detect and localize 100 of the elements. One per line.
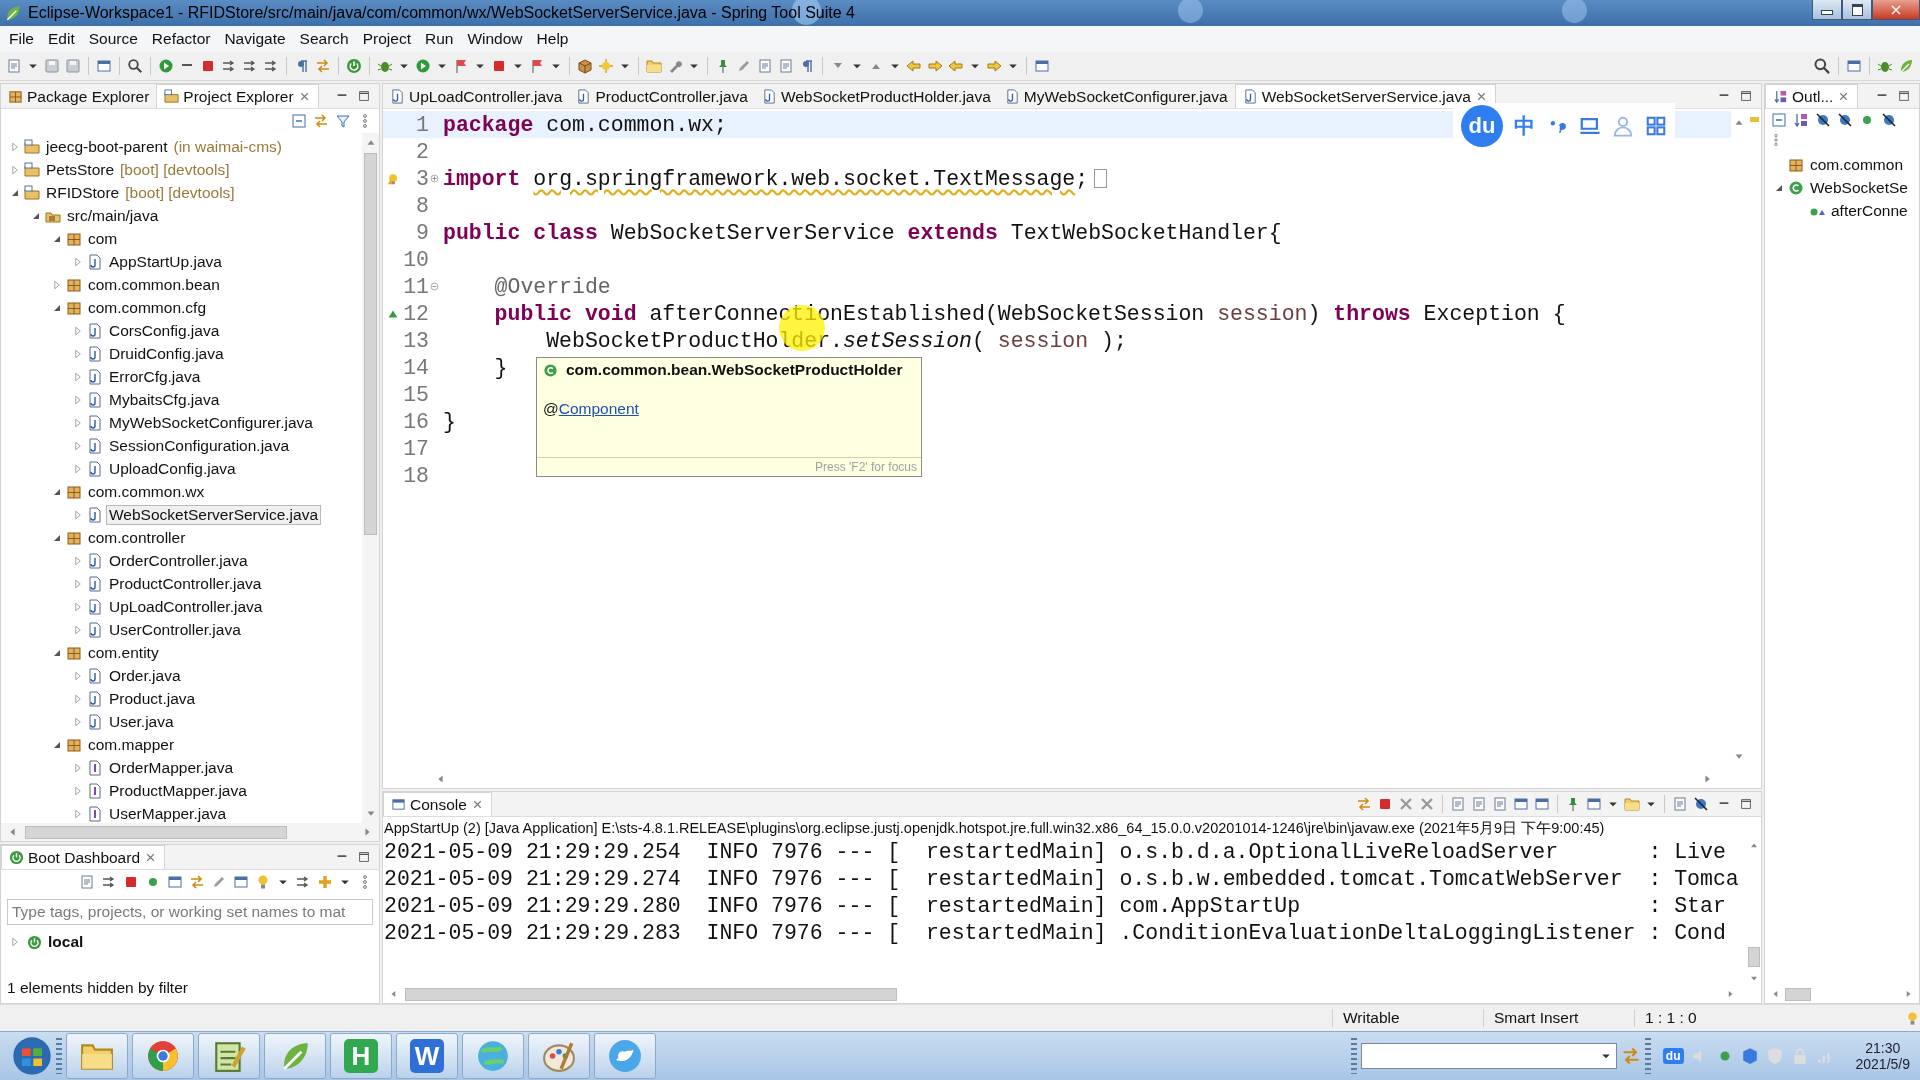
expand-fold-icon[interactable] [428,173,440,184]
menu-item[interactable]: Navigate [217,28,293,50]
terminate-icon[interactable] [200,58,216,74]
stop-icon[interactable] [491,58,507,74]
menu-item[interactable]: Window [460,28,530,50]
tree-item[interactable]: com.entity [85,642,162,663]
clear-console-icon[interactable] [1450,796,1466,812]
keyboard-icon[interactable] [1579,115,1601,137]
menu-item[interactable]: File [2,28,41,50]
scrollbar-thumb[interactable] [25,825,287,839]
maximize-icon[interactable] [357,89,371,103]
taskbar-button[interactable]: W [396,1033,458,1079]
expand-arrow-icon[interactable] [72,554,84,567]
tab-label[interactable]: Package Explorer [27,87,150,106]
save-icon[interactable] [44,58,60,74]
clock[interactable]: 21:30 2021/5/9 [1845,1040,1920,1072]
tree-item[interactable]: ErrorCfg.java [106,366,204,387]
search-field[interactable]: Type tags, projects, or working set names to mat [7,899,373,925]
tree-item[interactable]: Order.java [106,665,184,686]
tree-item[interactable]: ProductController.java [106,573,265,594]
menu-item[interactable]: Search [292,28,356,50]
menu-item[interactable]: Refactor [144,28,218,50]
pencil-icon[interactable] [211,874,227,890]
expand-arrow-icon[interactable] [72,508,84,521]
expand-arrow-icon[interactable] [51,278,63,291]
taskbar-button[interactable] [594,1033,656,1079]
tab-label[interactable]: WebSocketProductHolder.java [780,87,991,106]
sun-icon[interactable] [598,58,614,74]
tab-label[interactable]: Console [410,795,467,814]
tree-item[interactable]: OrderController.java [106,550,251,571]
tab[interactable]: Outl... [1765,84,1859,108]
menu-item[interactable]: Project [355,28,418,50]
forward-icon[interactable] [986,58,1002,74]
run-icon[interactable] [415,58,431,74]
tab[interactable]: Boot Dashboard [1,845,166,869]
flag-icon[interactable] [529,58,545,74]
tree-item[interactable]: CorsConfig.java [106,320,223,341]
folded-code-marker[interactable] [1094,169,1108,188]
user-icon[interactable] [1612,115,1634,137]
start-button[interactable] [12,1036,52,1076]
filter-icon[interactable] [335,113,351,129]
flag-icon[interactable] [453,58,469,74]
taskbar-button[interactable] [132,1033,194,1079]
expand-arrow-icon[interactable] [72,669,84,682]
window-icon[interactable] [233,874,249,890]
tree-item[interactable]: com.common.bean [85,274,223,295]
tree-item[interactable]: MybaitsCfg.java [106,389,223,410]
tab-label[interactable]: ProductController.java [595,87,748,106]
tree-item[interactable]: ProductMapper.java [106,780,250,801]
resume-icon[interactable] [158,58,174,74]
tree-item[interactable]: AppStartUp.java [106,251,225,272]
input-mode-toggle[interactable]: 中 [1514,112,1535,140]
expand-arrow-icon[interactable] [72,807,84,820]
expand-arrow-icon[interactable] [72,692,84,705]
plus-icon[interactable] [317,874,333,890]
document-icon[interactable] [757,58,773,74]
new-icon[interactable] [79,874,95,890]
display-console-icon[interactable] [1586,796,1602,812]
cube-icon[interactable] [1740,1047,1759,1065]
collapse-fold-icon[interactable] [428,281,440,292]
maximize-icon[interactable] [1739,89,1753,103]
expand-arrow-icon[interactable] [72,761,84,774]
package-icon[interactable] [577,58,593,74]
menu-item[interactable]: Help [529,28,576,50]
expand-arrow-icon[interactable] [72,347,84,360]
save-all-icon[interactable] [65,58,81,74]
menu-item[interactable]: Run [418,28,461,50]
expand-arrow-icon[interactable] [72,600,84,613]
word-wrap-icon[interactable] [1492,796,1508,812]
scroll-lock-icon[interactable] [1471,796,1487,812]
tree-item[interactable]: User.java [106,711,177,732]
expand-arrow-icon[interactable] [72,784,84,797]
hide-static-icon[interactable] [1837,112,1853,128]
lightbulb-icon[interactable] [1905,1010,1920,1026]
remove-all-icon[interactable] [1419,796,1435,812]
expand-arrow-icon[interactable] [72,623,84,636]
grid-icon[interactable] [1645,115,1667,137]
tree-item[interactable]: jeecg-boot-parent [43,136,171,157]
tree-item[interactable]: WebSocketServerService.java [106,504,322,525]
tree-item[interactable]: OrderMapper.java [106,757,237,778]
tab-label[interactable]: UpLoadController.java [409,87,563,106]
tree-item[interactable]: PetsStore [43,159,118,180]
link-icon[interactable] [315,58,331,74]
close-button[interactable] [1872,0,1920,20]
expand-arrow-icon[interactable] [9,140,21,153]
tree-item[interactable]: com.common.wx [85,481,208,502]
tree-item[interactable]: com.mapper [85,734,178,755]
warning-marker[interactable] [1749,117,1759,122]
tree-item[interactable]: afterConne [1828,200,1911,221]
expand-arrow-icon[interactable] [9,163,21,176]
menu-item[interactable]: Source [81,28,145,50]
tree-item[interactable]: Product.java [106,688,199,709]
taskbar-button[interactable] [462,1033,524,1079]
new-file-icon[interactable] [6,58,22,74]
tree-item[interactable]: com.common [1807,154,1907,175]
scrollbar-thumb[interactable] [1748,947,1760,967]
taskbar-button[interactable] [528,1033,590,1079]
tree-item[interactable]: com [85,228,121,249]
scrollbar-thumb[interactable] [1785,987,1811,1001]
show-output-icon[interactable] [1513,796,1529,812]
